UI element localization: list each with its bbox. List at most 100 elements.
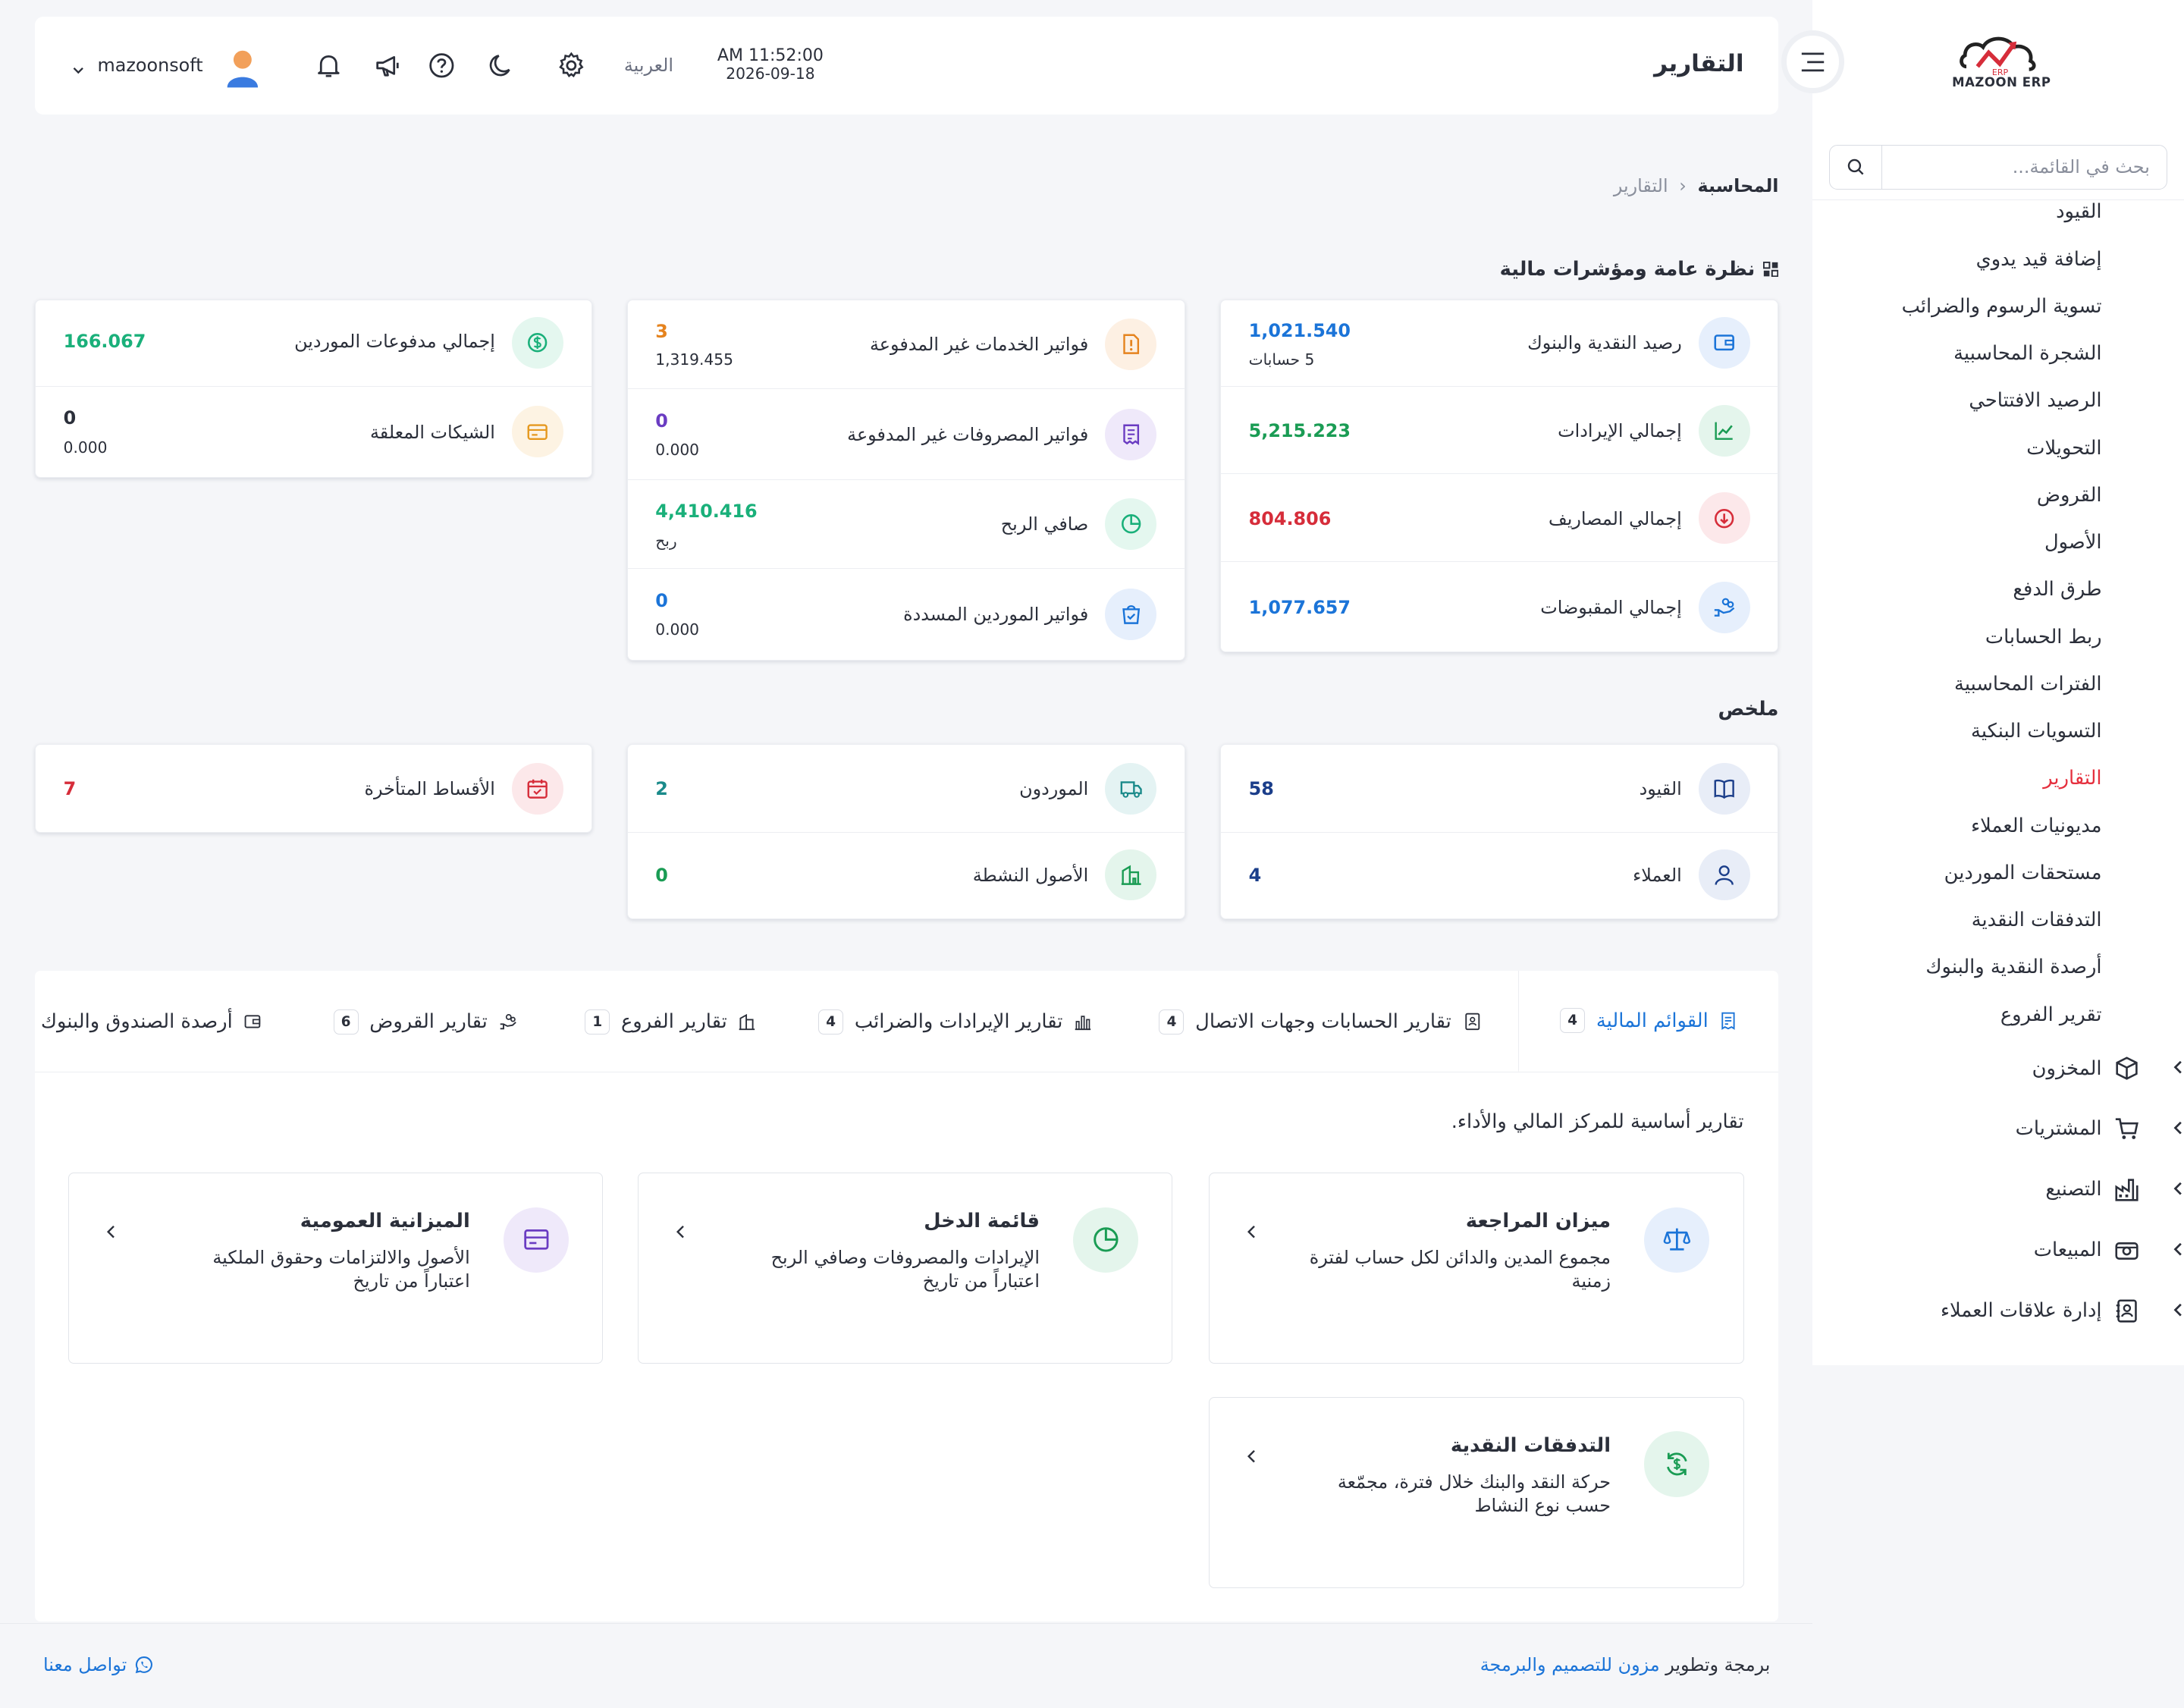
metric-value: 4 bbox=[1248, 864, 1262, 886]
metric-row[interactable]: الموردون 2 bbox=[627, 745, 1185, 833]
settings-button[interactable] bbox=[556, 50, 586, 80]
report-card-cash-flow[interactable]: التدفقات النقدية حركة النقد والبنك خلال … bbox=[1209, 1397, 1744, 1588]
tab-label: أرصدة الصندوق والبنوك bbox=[40, 1010, 233, 1034]
sidebar-item-add-manual-entry[interactable]: إضافة قيد يدوي bbox=[1812, 235, 2102, 282]
report-card-income-statement[interactable]: قائمة الدخل الإيرادات والمصروفات وصافي ا… bbox=[638, 1173, 1173, 1364]
bell-icon bbox=[318, 55, 340, 77]
report-card-trial-balance[interactable]: ميزان المراجعة مجموع المدين والدائن لكل … bbox=[1209, 1173, 1744, 1364]
footer-credit: برمجة وتطوير مزون للتصميم والبرمجة bbox=[1480, 1654, 1771, 1675]
metric-row[interactable]: رصيد النقدية والبنوك 1,021.540 5 حسابات bbox=[1220, 300, 1778, 387]
tab-count: 4 bbox=[1159, 1009, 1185, 1035]
report-title: قائمة الدخل bbox=[924, 1210, 1040, 1233]
help-button[interactable] bbox=[426, 50, 457, 80]
tab-financial-statements[interactable]: القوائم المالية 4 bbox=[1518, 971, 1779, 1072]
metric-row[interactable]: القيود 58 bbox=[1220, 745, 1778, 833]
sidebar-item-bank-reconciliation[interactable]: التسويات البنكية bbox=[1812, 708, 2102, 755]
tab-revenue-taxes[interactable]: تقارير الإيرادات والضرائب 4 bbox=[818, 971, 1092, 1072]
metric-row[interactable]: الأصول النشطة 0 bbox=[628, 833, 1185, 919]
metric-row[interactable]: الشيكات المعلقة 0 0.000 bbox=[36, 387, 592, 477]
clock: AM 11:52:00 2026-09-18 bbox=[717, 47, 824, 83]
metric-row[interactable]: إجمالي المقبوضات 1,077.657 bbox=[1221, 562, 1778, 651]
contacts-icon bbox=[1464, 1013, 1480, 1031]
arrow-down-circle-icon bbox=[1698, 492, 1750, 545]
building-icon bbox=[1105, 849, 1157, 901]
metric-value: 1,021.540 bbox=[1248, 319, 1351, 341]
sidebar-item-transfers[interactable]: التحويلات bbox=[1812, 424, 2101, 471]
metric-row[interactable]: فواتير المصروفات غير المدفوعة 0 0.000 bbox=[627, 389, 1185, 480]
footer-credit-link[interactable]: مزون للتصميم والبرمجة bbox=[1480, 1654, 1660, 1675]
metric-label: فواتير الخدمات غير المدفوعة bbox=[870, 333, 1089, 355]
metric-value: 0 bbox=[655, 410, 668, 432]
metric-row[interactable]: الأقساط المتأخرة 7 bbox=[36, 745, 592, 833]
metric-sub: 0.000 bbox=[655, 441, 700, 460]
moon-icon bbox=[489, 55, 510, 77]
contact-us-link[interactable]: تواصل معنا bbox=[43, 1654, 153, 1675]
metric-row[interactable]: صافي الربح 4,410.416 ربح bbox=[627, 480, 1185, 570]
sidebar-item-entries[interactable]: القيود bbox=[1812, 200, 2101, 235]
dollar-circle-icon bbox=[511, 316, 563, 369]
sidebar-item-supplier-dues[interactable]: مستحقات الموردين bbox=[1812, 849, 2102, 896]
sidebar-item-account-linking[interactable]: ربط الحسابات bbox=[1812, 613, 2102, 660]
sidebar-item-opening-balance[interactable]: الرصيد الافتتاحي bbox=[1812, 377, 2101, 424]
metric-row[interactable]: إجمالي الإيرادات 5,215.223 bbox=[1220, 387, 1778, 475]
tab-loan-reports[interactable]: تقارير القروض 6 bbox=[333, 971, 517, 1072]
sidebar-item-customer-debts[interactable]: مديونيات العملاء bbox=[1812, 802, 2101, 849]
search-button[interactable] bbox=[1830, 146, 1883, 189]
wallet-icon bbox=[1698, 316, 1750, 369]
sidebar-item-assets[interactable]: الأصول bbox=[1812, 519, 2102, 566]
sidebar-item-fiscal-periods[interactable]: الفترات المحاسبية bbox=[1812, 661, 2102, 708]
sidebar-group-inventory[interactable]: المخزون bbox=[1812, 1038, 2182, 1099]
metric-row[interactable]: العملاء 4 bbox=[1221, 833, 1778, 919]
tab-branch-reports[interactable]: تقارير الفروع 1 bbox=[585, 971, 756, 1072]
notifications-button[interactable] bbox=[313, 50, 344, 80]
menu-search[interactable] bbox=[1828, 145, 2167, 190]
metric-label: الشيكات المعلقة bbox=[370, 421, 495, 443]
report-desc: الأصول والالتزامات وحقوق الملكية اعتبارا… bbox=[212, 1246, 470, 1292]
report-card-balance-sheet[interactable]: الميزانية العمومية الأصول والالتزامات وح… bbox=[67, 1173, 604, 1364]
avatar[interactable] bbox=[224, 49, 261, 88]
sidebar-item-payment-methods[interactable]: طرق الدفع bbox=[1812, 566, 2101, 613]
sidebar-item-branch-report[interactable]: تقرير الفروع bbox=[1812, 991, 2102, 1038]
tab-cash-bank-balances[interactable]: أرصدة الصندوق والبنوك bbox=[41, 971, 262, 1072]
sidebar-item-chart-of-accounts[interactable]: الشجرة المحاسبية bbox=[1812, 330, 2101, 377]
summary-card-entries: القيود 58 العملاء 4 bbox=[1219, 743, 1779, 920]
sidebar-group-sales[interactable]: المبيعات bbox=[1812, 1220, 2182, 1280]
sidebar-item-loans[interactable]: القروض bbox=[1812, 472, 2102, 519]
chevron-left-icon bbox=[2157, 1057, 2184, 1080]
truck-icon bbox=[1105, 762, 1157, 815]
sidebar-item-reports[interactable]: التقارير bbox=[1812, 755, 2101, 802]
metric-row[interactable]: فواتير الموردين المسددة 0 0.000 bbox=[628, 569, 1185, 659]
sidebar-item-fees-taxes[interactable]: تسوية الرسوم والضرائب bbox=[1812, 283, 2102, 330]
sidebar-item-cash-flows[interactable]: التدفقات النقدية bbox=[1812, 896, 2102, 943]
chevron-left-icon bbox=[675, 1218, 686, 1244]
metric-row[interactable]: إجمالي المصاريف 804.806 bbox=[1220, 474, 1778, 563]
breadcrumb-parent[interactable]: المحاسبة bbox=[1698, 175, 1779, 196]
chart-line-icon bbox=[1698, 404, 1750, 457]
bar-chart-icon bbox=[1075, 1016, 1091, 1031]
search-icon bbox=[1847, 159, 1864, 175]
megaphone-icon bbox=[376, 55, 399, 77]
chevron-left-icon bbox=[1246, 1443, 1257, 1468]
username[interactable]: mazoonsoft bbox=[98, 55, 203, 76]
sidebar-group-crm[interactable]: إدارة علاقات العملاء bbox=[1812, 1280, 2182, 1341]
clock-date: 2026-09-18 bbox=[726, 64, 815, 83]
clock-time: AM 11:52:00 bbox=[717, 46, 824, 66]
metric-row[interactable]: إجمالي مدفوعات الموردين 166.067 bbox=[35, 300, 592, 387]
tab-accounts-contacts[interactable]: تقارير الحسابات وجهات الاتصال 4 bbox=[1159, 971, 1480, 1072]
chevron-left-icon bbox=[2157, 1117, 2184, 1140]
chevron-down-icon[interactable] bbox=[72, 55, 85, 81]
metric-row[interactable]: فواتير الخدمات غير المدفوعة 3 1,319.455 bbox=[627, 300, 1185, 390]
menu-search-input[interactable] bbox=[1882, 146, 2167, 189]
dark-mode-toggle[interactable] bbox=[486, 50, 516, 80]
sidebar-item-cash-bank-balances[interactable]: أرصدة النقدية والبنوك bbox=[1812, 943, 2101, 991]
sidebar-group-purchases[interactable]: المشتريات bbox=[1812, 1099, 2182, 1160]
announcements-button[interactable] bbox=[373, 50, 403, 80]
sidebar-group-manufacturing[interactable]: التصنيع bbox=[1812, 1159, 2182, 1220]
metric-value: 166.067 bbox=[63, 331, 146, 353]
brand-logo[interactable]: ERP MAZOON ERP bbox=[1939, 30, 2064, 103]
tab-label: القوائم المالية bbox=[1596, 1009, 1709, 1032]
language-switch[interactable]: العربية bbox=[624, 55, 673, 76]
sidebar-toggle-button[interactable] bbox=[1781, 30, 1844, 94]
user-icon bbox=[1698, 849, 1750, 901]
chevron-left-icon bbox=[105, 1218, 117, 1244]
